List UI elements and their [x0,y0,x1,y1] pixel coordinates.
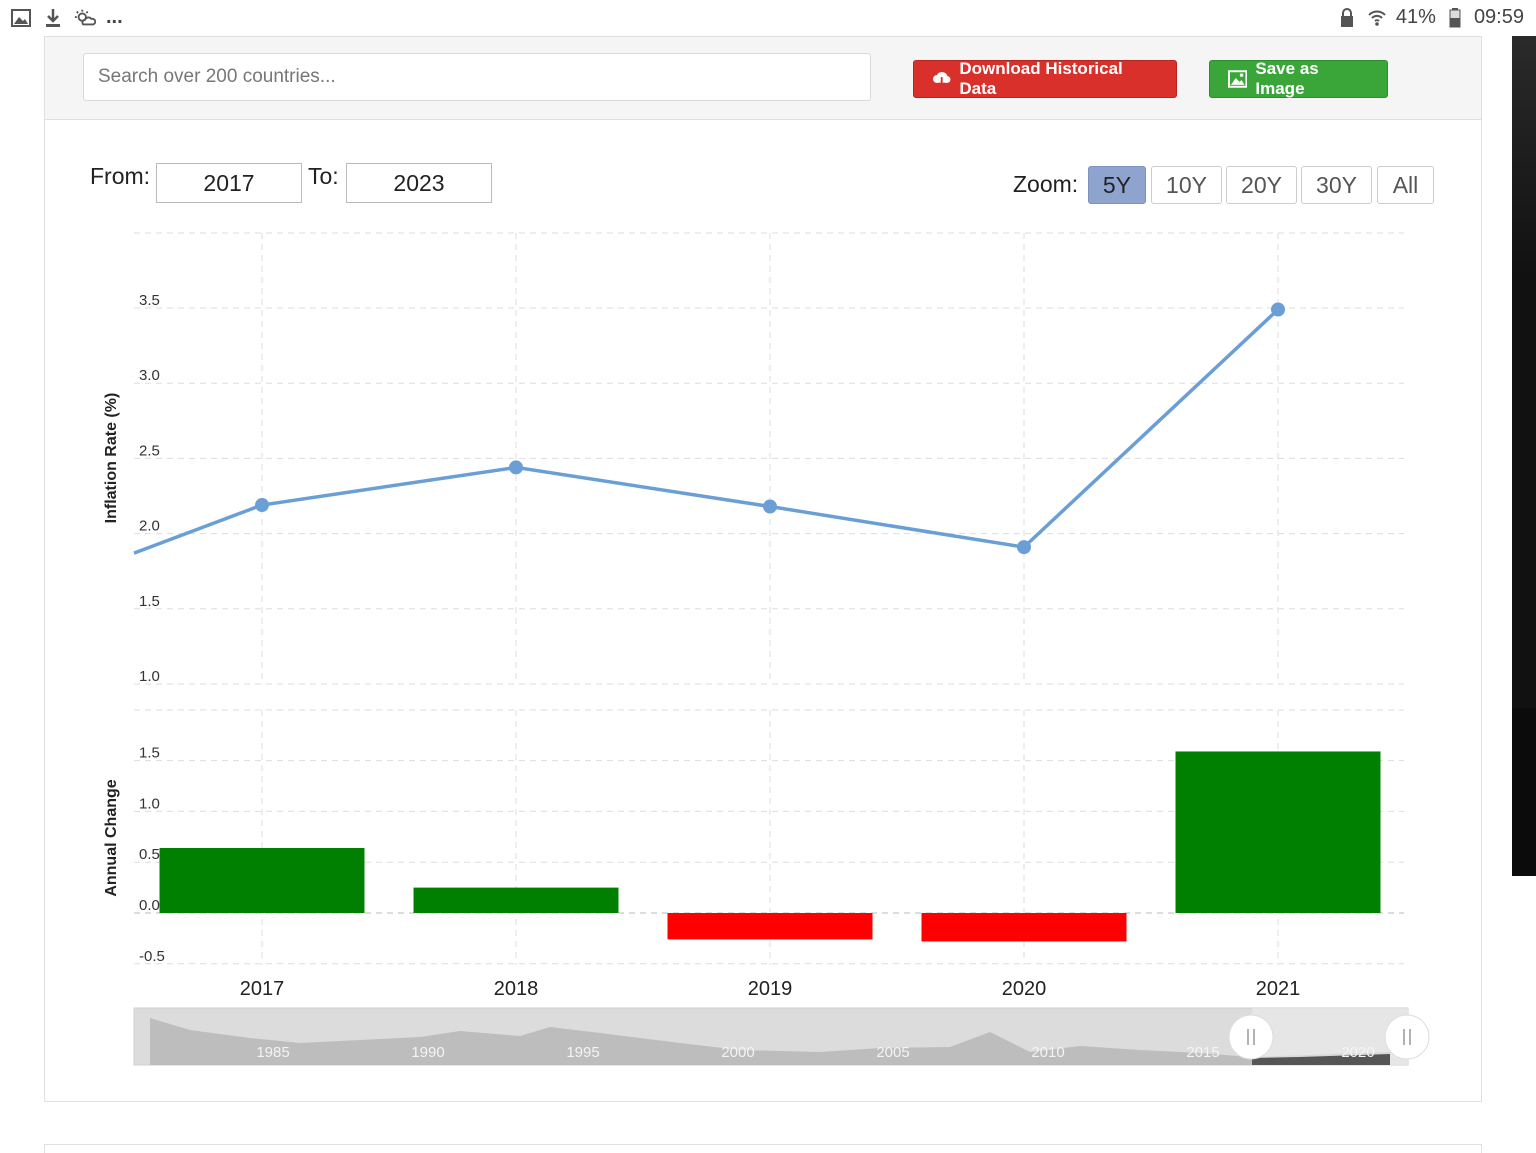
y-axis-label: Annual Change [103,779,120,896]
data-point [1017,540,1031,555]
inflation-line [133,308,1280,555]
y-tick-label: -0.5 [139,948,165,965]
y-tick-label: 1.5 [139,593,160,610]
x-tick-label: 2019 [748,978,793,1000]
change-bar [921,913,1127,942]
data-point [763,499,777,514]
y-tick-label: 1.0 [139,668,160,685]
change-bar [159,847,365,913]
navigator-label: 2005 [876,1044,909,1061]
navigator-label: 2015 [1186,1044,1219,1061]
y-tick-label: 1.0 [139,795,160,812]
navigator-label: 2010 [1031,1044,1064,1061]
data-point [1271,302,1285,317]
change-bar [667,913,873,940]
y-tick-label: 1.5 [139,745,160,762]
x-tick-label: 2021 [1256,978,1301,1000]
navigator-label: 2020 [1341,1044,1374,1061]
navigator-label: 2000 [721,1044,754,1061]
y-axis-label: Inflation Rate (%) [103,393,120,524]
x-tick-label: 2017 [240,978,285,1000]
navigator-label: 1995 [566,1044,599,1061]
y-tick-label: 0.5 [139,846,160,863]
x-tick-label: 2020 [1002,978,1047,1000]
change-bar [413,887,619,913]
x-tick-label: 2018 [494,978,539,1000]
data-point [509,460,523,475]
data-point [255,498,269,513]
y-tick-label: 3.5 [139,292,160,309]
inflation-chart: 3.5 3.0 2.5 2.0 1.5 1.0 Inflation Rate (%) 1.5 1… [103,232,1430,1066]
change-bar [1175,751,1381,913]
navigator-label: 1985 [256,1044,289,1061]
y-tick-label: 0.0 [139,897,160,914]
y-tick-label: 3.0 [139,367,160,384]
navigator-handle-left[interactable] [1228,1014,1274,1060]
y-tick-label: 2.0 [139,518,160,535]
navigator-label: 1990 [411,1044,444,1061]
navigator-handle-right[interactable] [1384,1014,1430,1060]
y-tick-label: 2.5 [139,442,160,459]
